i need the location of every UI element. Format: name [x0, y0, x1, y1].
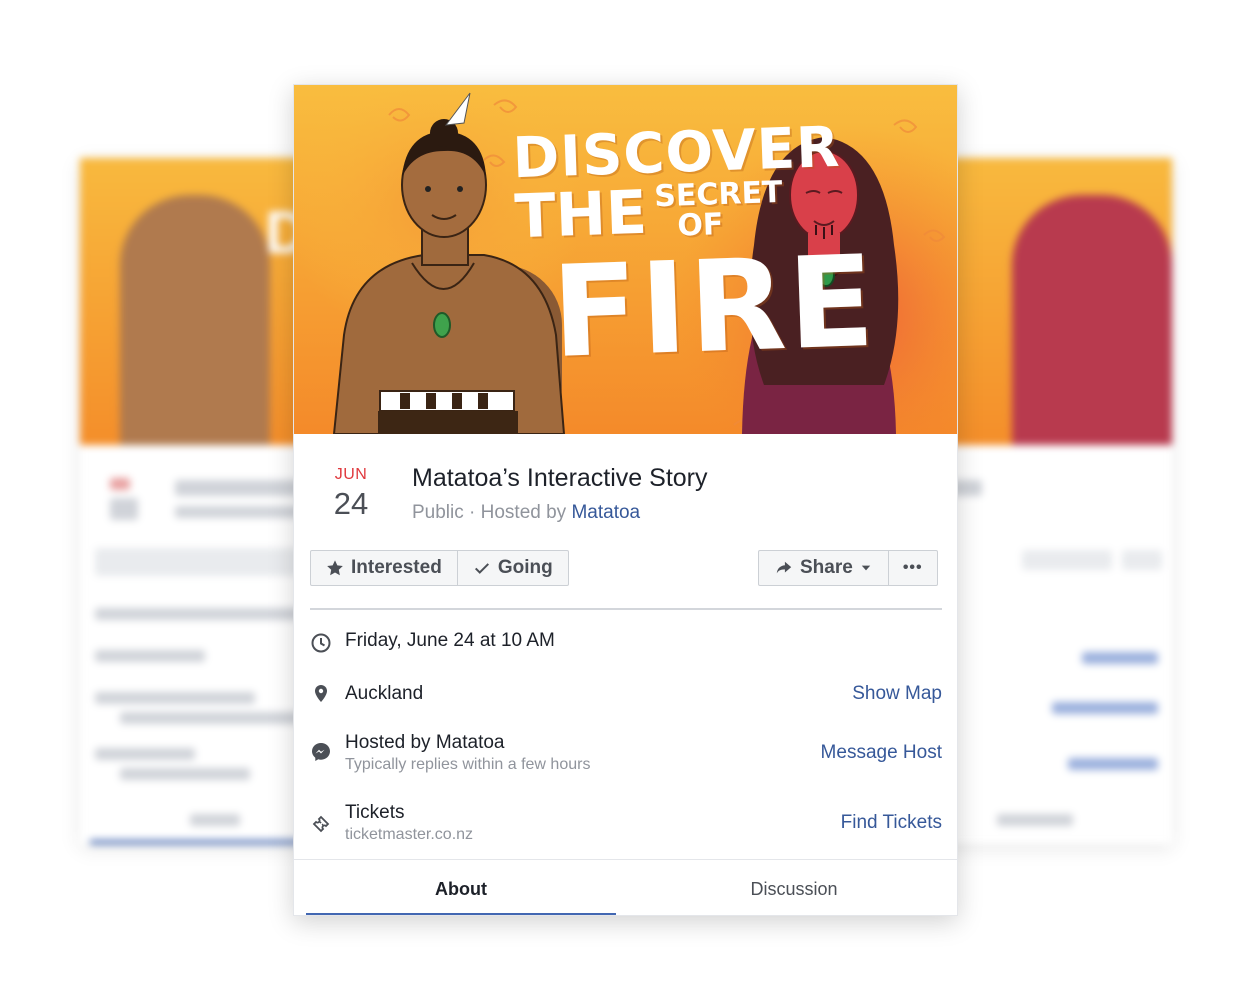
- tab-about[interactable]: About: [306, 860, 616, 915]
- share-arrow-icon: [776, 561, 792, 574]
- share-label: Share: [800, 557, 853, 578]
- messenger-icon: [312, 743, 330, 761]
- tickets-text: Tickets: [345, 802, 405, 823]
- location-pin-icon: [315, 685, 327, 702]
- going-label: Going: [497, 557, 553, 578]
- cover-title: DISCOVER THE SECRET OF FIRE: [511, 114, 879, 386]
- host-link[interactable]: Matatoa: [571, 502, 640, 523]
- clock-icon: [311, 633, 331, 653]
- event-month: JUN: [334, 466, 368, 483]
- event-tabs: About Discussion: [294, 859, 957, 915]
- star-icon: [327, 560, 343, 576]
- event-date-badge: JUN 24: [324, 466, 378, 522]
- host-row: Hosted by Matatoa Typically replies with…: [310, 732, 942, 780]
- tab-discussion[interactable]: Discussion: [639, 860, 949, 915]
- event-privacy-host: Public · Hosted by Matatoa: [412, 502, 640, 524]
- datetime-text: Friday, June 24 at 10 AM: [345, 630, 555, 651]
- find-tickets-link[interactable]: Find Tickets: [841, 812, 942, 834]
- rsvp-button-group: Interested Going: [310, 550, 569, 586]
- going-button[interactable]: Going: [458, 551, 568, 585]
- event-day: 24: [333, 486, 369, 521]
- host-response-time: Typically replies within a few hours: [345, 756, 591, 773]
- event-privacy: Public · Hosted by: [412, 502, 572, 523]
- active-tab-indicator: [306, 913, 616, 915]
- stage: D T R E: [0, 0, 1250, 1000]
- event-title: Matatoa’s Interactive Story: [412, 464, 708, 492]
- caret-down-icon: [861, 565, 871, 571]
- more-options-button[interactable]: •••: [889, 551, 937, 585]
- ticket-icon: [312, 815, 330, 833]
- cover-title-line1: DISCOVER: [511, 114, 842, 192]
- cover-title-fire: FIRE: [549, 227, 879, 386]
- event-cover-banner: DISCOVER THE SECRET OF FIRE: [294, 85, 957, 434]
- interested-button[interactable]: Interested: [311, 551, 458, 585]
- location-text: Auckland: [345, 683, 424, 704]
- check-icon: [474, 563, 489, 574]
- tickets-source: ticketmaster.co.nz: [345, 826, 474, 843]
- message-host-link[interactable]: Message Host: [821, 742, 942, 764]
- interested-label: Interested: [351, 557, 442, 578]
- event-card: DISCOVER THE SECRET OF FIRE JUN 24 Matat…: [293, 84, 958, 916]
- share-button[interactable]: Share: [759, 551, 889, 585]
- show-map-link[interactable]: Show Map: [852, 683, 942, 705]
- host-text: Hosted by Matatoa: [345, 732, 505, 753]
- background-figure: [120, 195, 270, 445]
- datetime-row: Friday, June 24 at 10 AM: [310, 630, 942, 662]
- tickets-row: Tickets ticketmaster.co.nz Find Tickets: [310, 802, 942, 850]
- share-button-group: Share •••: [758, 550, 938, 586]
- location-row: Auckland Show Map: [310, 683, 942, 715]
- section-divider: [310, 608, 942, 610]
- background-figure: [1012, 195, 1172, 445]
